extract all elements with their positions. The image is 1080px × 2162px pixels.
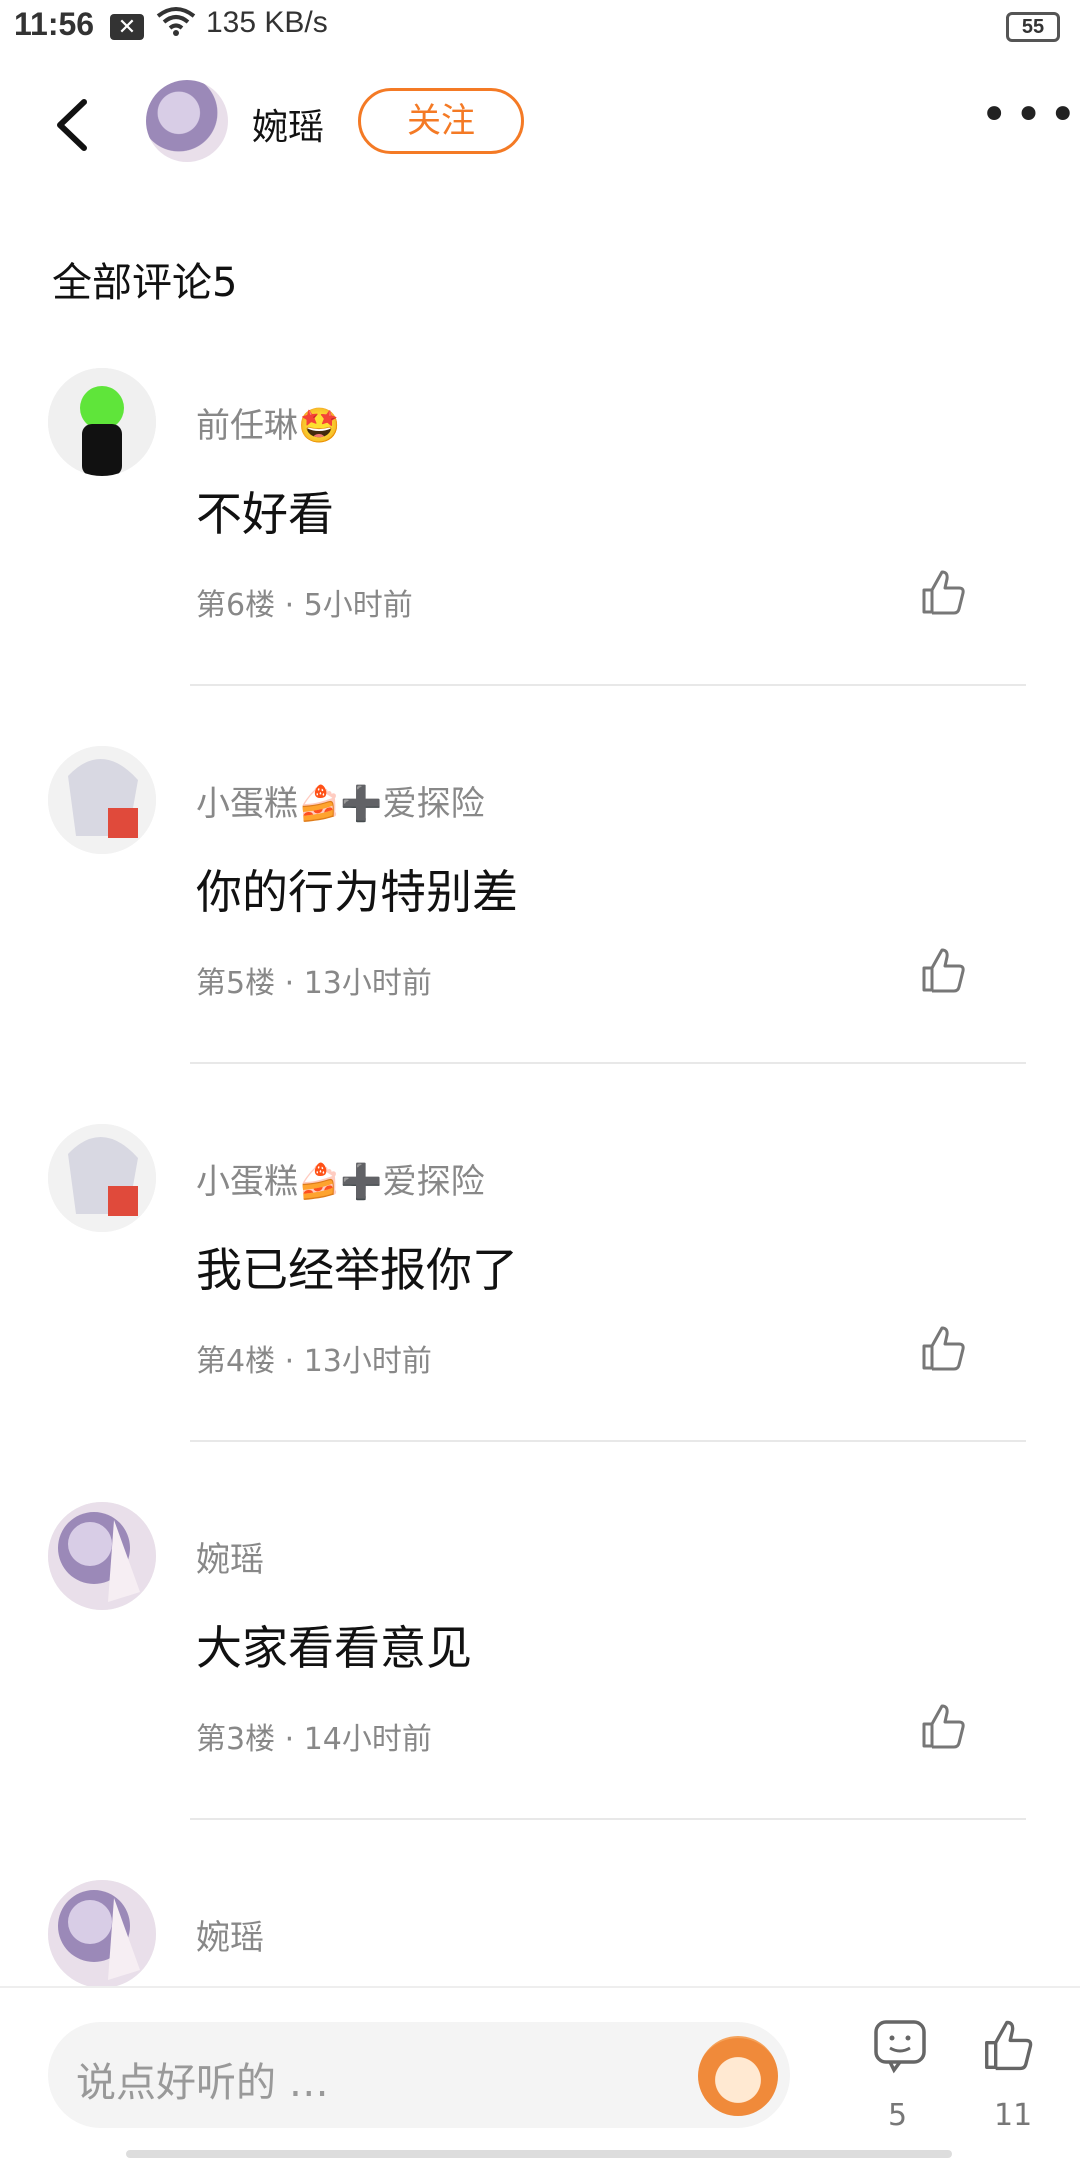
comment-count: 5 <box>888 2098 908 2133</box>
comment-item[interactable]: 婉瑶 <box>0 1880 1080 1986</box>
comment-text: 不好看 <box>196 487 334 541</box>
thumbs-up-icon <box>922 570 965 615</box>
comment-meta: 第5楼 · 13小时前 <box>196 966 432 1001</box>
comment-item[interactable]: 婉瑶 大家看看意见 第3楼 · 14小时前 <box>0 1502 1080 1880</box>
chevron-left-icon <box>57 99 87 151</box>
section-title: 全部评论5 <box>52 260 238 306</box>
avatar[interactable] <box>48 1124 156 1232</box>
battery-icon: 55 <box>1006 12 1060 42</box>
like-count: 11 <box>994 2098 1033 2133</box>
scroll-indicator <box>126 2150 952 2158</box>
comment-text: 你的行为特别差 <box>196 865 518 919</box>
like-button[interactable] <box>918 1702 968 1752</box>
comment-button[interactable] <box>872 2018 928 2074</box>
status-time: 11:56 <box>14 6 95 42</box>
network-speed: 135 KB/s <box>206 6 328 39</box>
comment-author[interactable]: 小蛋糕🍰➕爱探险 <box>196 776 485 825</box>
thumbs-up-icon <box>985 2020 1033 2071</box>
comment-input[interactable]: 说点好听的 … <box>48 2022 790 2128</box>
thumbs-up-icon <box>922 948 965 993</box>
avatar[interactable] <box>48 1880 156 1986</box>
author-name[interactable]: 婉瑶 <box>252 98 324 150</box>
thumbs-up-icon <box>922 1326 965 1371</box>
comment-text: 我已经举报你了 <box>196 1243 518 1297</box>
comment-item[interactable]: 前任琳🤩 不好看 第6楼 · 5小时前 <box>0 368 1080 746</box>
like-button[interactable] <box>918 1324 968 1374</box>
comment-input-placeholder: 说点好听的 … <box>76 2060 329 2106</box>
divider <box>190 1818 1026 1820</box>
comment-item[interactable]: 小蛋糕🍰➕爱探险 我已经举报你了 第4楼 · 13小时前 <box>0 1124 1080 1502</box>
follow-button[interactable]: 关注 <box>358 88 524 154</box>
bottom-bar: 说点好听的 … 5 11 <box>0 1986 1080 2162</box>
comment-item[interactable]: 小蛋糕🍰➕爱探险 你的行为特别差 第5楼 · 13小时前 <box>0 746 1080 1124</box>
divider <box>190 684 1026 686</box>
like-post-button[interactable] <box>980 2018 1036 2074</box>
comment-bubble-icon <box>874 2020 926 2074</box>
header: 婉瑶 关注 ••• <box>0 70 1080 180</box>
status-bar: 11:56 ✕ 135 KB/s 55 <box>0 0 1080 56</box>
back-button[interactable] <box>44 90 104 160</box>
comment-author[interactable]: 婉瑶 <box>196 1532 264 1581</box>
divider <box>190 1440 1026 1442</box>
thumbs-up-icon <box>922 1704 965 1749</box>
comment-meta: 第6楼 · 5小时前 <box>196 588 413 623</box>
comment-author[interactable]: 小蛋糕🍰➕爱探险 <box>196 1154 485 1203</box>
like-button[interactable] <box>918 946 968 996</box>
avatar[interactable] <box>48 1502 156 1610</box>
comment-author[interactable]: 前任琳🤩 <box>196 398 340 447</box>
mascot-icon[interactable] <box>698 2036 778 2116</box>
avatar[interactable] <box>48 368 156 476</box>
author-avatar[interactable] <box>146 80 228 162</box>
wifi-icon <box>156 6 196 46</box>
like-button[interactable] <box>918 568 968 618</box>
avatar[interactable] <box>48 746 156 854</box>
comment-author[interactable]: 婉瑶 <box>196 1910 264 1959</box>
more-options-button[interactable]: ••• <box>980 91 1077 140</box>
no-sim-icon: ✕ <box>110 14 144 40</box>
comment-meta: 第4楼 · 13小时前 <box>196 1344 432 1379</box>
comment-text: 大家看看意见 <box>196 1621 472 1675</box>
comment-meta: 第3楼 · 14小时前 <box>196 1722 432 1757</box>
divider <box>190 1062 1026 1064</box>
